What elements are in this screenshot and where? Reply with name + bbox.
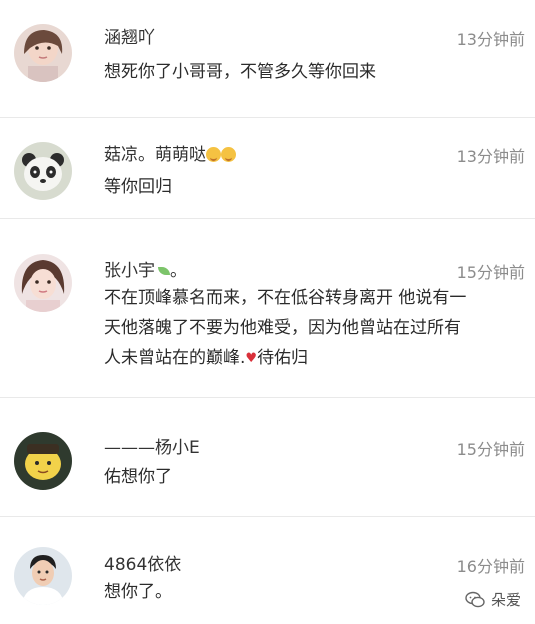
portrait-girl-avatar-icon[interactable]	[14, 254, 72, 312]
comment-item: 涵翘吖 13分钟前 想死你了小哥哥，不管多久等你回来	[0, 0, 535, 117]
comment-text-line: 人未曾站在的巅峰.♥待佑归	[104, 343, 528, 374]
comment-username[interactable]: 4864依依	[104, 550, 181, 575]
comment-time: 16分钟前	[456, 557, 525, 576]
wechat-icon	[465, 591, 485, 609]
watermark-label: 朵爱	[490, 591, 521, 609]
comment-item: 张小宇。 15分钟前 不在顶峰慕名而来，不在低谷转身离开 他说有一 天他落魄了不…	[0, 219, 535, 397]
comment-item: ———杨小E 15分钟前 佑想你了	[0, 398, 535, 516]
comment-text: 等你回归	[104, 177, 172, 197]
heart-icon: ♥	[245, 351, 258, 366]
comment-text-segment: 待佑归	[257, 348, 309, 368]
comment-username[interactable]: ———杨小E	[104, 433, 200, 458]
comment-username-suffix: 。	[170, 261, 187, 281]
comment-item: 4864依依 16分钟前 想你了。	[0, 517, 535, 624]
comment-text-segment: 人未曾站在的巅峰.	[104, 348, 246, 368]
portrait-boy-avatar-icon[interactable]	[14, 547, 72, 605]
watermark: 朵爱	[465, 589, 521, 610]
comment-time: 13分钟前	[456, 147, 525, 166]
comment-time: 15分钟前	[456, 263, 525, 282]
comment-text: 想死你了小哥哥，不管多久等你回来	[104, 62, 376, 82]
comment-text-line: 不在顶峰慕名而来，不在低谷转身离开 他说有一	[104, 288, 467, 308]
comment-username-text: 菇凉。萌萌哒	[104, 145, 206, 165]
comment-username[interactable]: 菇凉。萌萌哒	[104, 140, 236, 165]
leaf-icon	[158, 267, 170, 275]
portrait-girl-avatar-icon[interactable]	[14, 24, 72, 82]
comment-username[interactable]: 张小宇。	[104, 256, 187, 281]
comment-time: 13分钟前	[456, 30, 525, 49]
comment-text: 佑想你了	[104, 467, 172, 487]
comment-text: 不在顶峰慕名而来，不在低谷转身离开 他说有一 天他落魄了不要为他难受，因为他曾站…	[104, 283, 528, 374]
comment-text-line: 天他落魄了不要为他难受，因为他曾站在过所有	[104, 318, 461, 338]
comment-username-text: 张小宇	[104, 261, 155, 281]
emoji-face-icon	[221, 147, 236, 162]
panda-bear-avatar-icon[interactable]	[14, 142, 72, 200]
comment-item: 菇凉。萌萌哒 13分钟前 等你回归	[0, 118, 535, 218]
emoji-face-icon	[206, 147, 221, 162]
cartoon-avatar-icon[interactable]	[14, 432, 72, 490]
comment-username[interactable]: 涵翘吖	[104, 23, 155, 48]
comment-time: 15分钟前	[456, 440, 525, 459]
